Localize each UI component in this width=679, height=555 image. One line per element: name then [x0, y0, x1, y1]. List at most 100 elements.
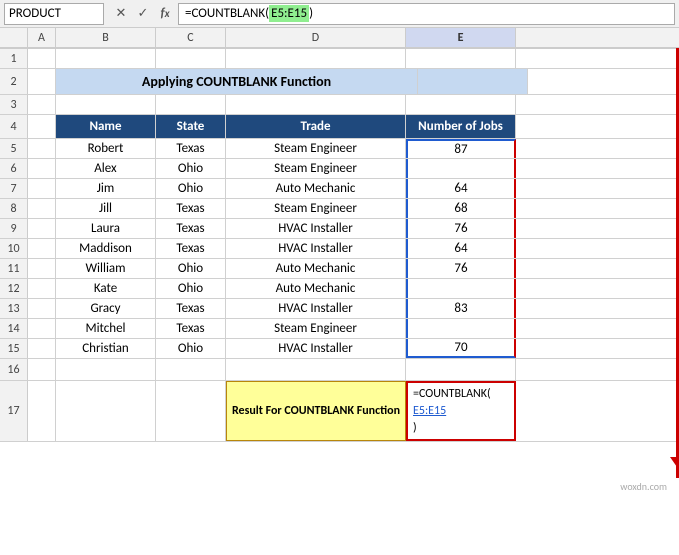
row-num-4: 4	[0, 115, 28, 138]
cell-c15[interactable]: Ohio	[156, 339, 226, 358]
cell-d1[interactable]	[226, 49, 406, 68]
cell-d16[interactable]	[226, 359, 406, 380]
cell-a3[interactable]	[28, 95, 56, 114]
cell-b5[interactable]: Robert	[56, 139, 156, 158]
cell-e2[interactable]	[418, 69, 528, 94]
cell-b7[interactable]: Jim	[56, 179, 156, 198]
cell-a11[interactable]	[28, 259, 56, 278]
cell-e8[interactable]: 68	[406, 199, 516, 218]
cell-a9[interactable]	[28, 219, 56, 238]
cell-a17[interactable]	[28, 381, 56, 441]
cell-c7[interactable]: Ohio	[156, 179, 226, 198]
cell-a4[interactable]	[28, 115, 56, 138]
cell-b8[interactable]: Jill	[56, 199, 156, 218]
cell-b14[interactable]: Mitchel	[56, 319, 156, 338]
cell-c4-state-header[interactable]: State	[156, 115, 226, 138]
cell-d11[interactable]: Auto Mechanic	[226, 259, 406, 278]
cell-e16[interactable]	[406, 359, 516, 380]
cell-d14[interactable]: Steam Engineer	[226, 319, 406, 338]
col-header-b[interactable]: B	[56, 28, 156, 47]
cell-d3[interactable]	[226, 95, 406, 114]
cell-b16[interactable]	[56, 359, 156, 380]
cell-a2[interactable]	[28, 69, 56, 94]
cell-a6[interactable]	[28, 159, 56, 178]
cell-c1[interactable]	[156, 49, 226, 68]
name-box[interactable]: PRODUCT	[4, 3, 104, 25]
cell-e11[interactable]: 76	[406, 259, 516, 278]
cell-c8[interactable]: Texas	[156, 199, 226, 218]
cell-e17-result-formula[interactable]: =COUNTBLANK( E5:E15)	[406, 381, 516, 441]
cell-e7[interactable]: 64	[406, 179, 516, 198]
cell-e6[interactable]	[406, 159, 516, 178]
cell-d8[interactable]: Steam Engineer	[226, 199, 406, 218]
cell-a5[interactable]	[28, 139, 56, 158]
cell-d15[interactable]: HVAC Installer	[226, 339, 406, 358]
row-4-header: 4 Name State Trade Number of Jobs	[0, 115, 679, 139]
cell-e14[interactable]	[406, 319, 516, 338]
cell-a15[interactable]	[28, 339, 56, 358]
col-header-c[interactable]: C	[156, 28, 226, 47]
cell-c11[interactable]: Ohio	[156, 259, 226, 278]
cell-a13[interactable]	[28, 299, 56, 318]
col-header-e[interactable]: E	[406, 28, 516, 47]
cell-e12[interactable]	[406, 279, 516, 298]
cell-c10[interactable]: Texas	[156, 239, 226, 258]
cell-b1[interactable]	[56, 49, 156, 68]
cell-e5[interactable]: 87	[406, 139, 516, 158]
row-num-13: 13	[0, 299, 28, 318]
row-13: 13 Gracy Texas HVAC Installer 83	[0, 299, 679, 319]
row-15: 15 Christian Ohio HVAC Installer 70	[0, 339, 679, 359]
cell-b6[interactable]: Alex	[56, 159, 156, 178]
cell-d13[interactable]: HVAC Installer	[226, 299, 406, 318]
cell-b17[interactable]	[56, 381, 156, 441]
cell-b3[interactable]	[56, 95, 156, 114]
cell-b15[interactable]: Christian	[56, 339, 156, 358]
cell-a16[interactable]	[28, 359, 56, 380]
cell-c5[interactable]: Texas	[156, 139, 226, 158]
cell-e13[interactable]: 83	[406, 299, 516, 318]
cell-b12[interactable]: Kate	[56, 279, 156, 298]
cell-c14[interactable]: Texas	[156, 319, 226, 338]
cell-d17-result-label[interactable]: Result For COUNTBLANK Function	[226, 381, 406, 441]
cell-a7[interactable]	[28, 179, 56, 198]
cell-c6[interactable]: Ohio	[156, 159, 226, 178]
col-header-d[interactable]: D	[226, 28, 406, 47]
cancel-icon[interactable]: ✕	[112, 5, 130, 23]
cell-c17[interactable]	[156, 381, 226, 441]
cell-c13[interactable]: Texas	[156, 299, 226, 318]
cell-e15[interactable]: 70	[406, 339, 516, 358]
cell-e1[interactable]	[406, 49, 516, 68]
cell-d7[interactable]: Auto Mechanic	[226, 179, 406, 198]
insert-function-icon[interactable]: fx	[156, 5, 174, 23]
cell-d12[interactable]: Auto Mechanic	[226, 279, 406, 298]
cell-c12[interactable]: Ohio	[156, 279, 226, 298]
cell-c9[interactable]: Texas	[156, 219, 226, 238]
cell-c3[interactable]	[156, 95, 226, 114]
cell-b13[interactable]: Gracy	[56, 299, 156, 318]
cell-e3[interactable]	[406, 95, 516, 114]
cell-e9[interactable]: 76	[406, 219, 516, 238]
cell-e4-jobs-header[interactable]: Number of Jobs	[406, 115, 516, 138]
cell-c16[interactable]	[156, 359, 226, 380]
cell-b10[interactable]: Maddison	[56, 239, 156, 258]
cell-d10[interactable]: HVAC Installer	[226, 239, 406, 258]
cell-a8[interactable]	[28, 199, 56, 218]
cell-a14[interactable]	[28, 319, 56, 338]
cell-title[interactable]: Applying COUNTBLANK Function	[56, 69, 418, 94]
cell-a12[interactable]	[28, 279, 56, 298]
cell-a10[interactable]	[28, 239, 56, 258]
row-num-11: 11	[0, 259, 28, 278]
col-header-a[interactable]: A	[28, 28, 56, 47]
cell-d9[interactable]: HVAC Installer	[226, 219, 406, 238]
confirm-icon[interactable]: ✓	[134, 5, 152, 23]
row-num-6: 6	[0, 159, 28, 178]
cell-a1[interactable]	[28, 49, 56, 68]
formula-bar[interactable]: =COUNTBLANK(E5:E15)	[178, 3, 675, 25]
cell-b11[interactable]: William	[56, 259, 156, 278]
cell-b9[interactable]: Laura	[56, 219, 156, 238]
cell-d6[interactable]: Steam Engineer	[226, 159, 406, 178]
cell-b4-name-header[interactable]: Name	[56, 115, 156, 138]
cell-d5[interactable]: Steam Engineer	[226, 139, 406, 158]
cell-e10[interactable]: 64	[406, 239, 516, 258]
cell-d4-trade-header[interactable]: Trade	[226, 115, 406, 138]
